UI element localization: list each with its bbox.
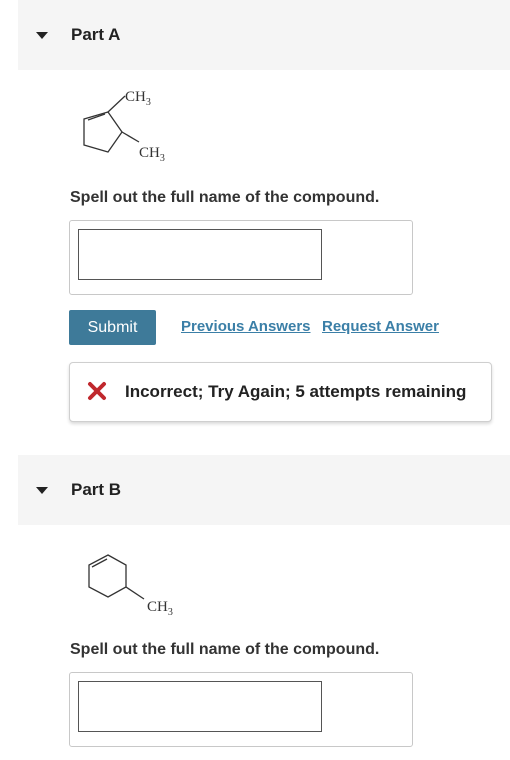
part-b-prompt: Spell out the full name of the compound. — [70, 641, 380, 658]
part-b-header[interactable]: Part B — [18, 455, 510, 525]
part-b-molecule-structure: CH3 — [88, 554, 173, 618]
part-b-title: Part B — [71, 480, 122, 499]
methyl-label-bottom: CH3 — [139, 145, 165, 164]
methyl-label-top: CH3 — [125, 89, 151, 108]
part-a-prompt: Spell out the full name of the compound. — [70, 189, 380, 206]
submit-button[interactable]: Submit — [69, 310, 156, 345]
part-a-molecule-structure: CH3 CH3 — [83, 89, 165, 164]
methyl-bond-2 — [107, 95, 126, 113]
cyclopentene-ring — [83, 111, 123, 153]
x-mark-icon — [88, 382, 106, 400]
feedback-incorrect-banner: Incorrect; Try Again; 5 attempts remaini… — [69, 362, 492, 422]
methyl-label: CH3 — [147, 599, 173, 618]
previous-answers-link[interactable]: Previous Answers — [181, 318, 311, 335]
methyl-bond — [125, 586, 145, 600]
part-a-answer-panel — [69, 220, 413, 295]
cyclohexene-ring — [88, 554, 127, 598]
part-b-answer-panel — [69, 672, 413, 747]
part-a-answer-input[interactable] — [78, 229, 322, 280]
methyl-bond-1 — [121, 131, 140, 143]
feedback-message: Incorrect; Try Again; 5 attempts remaini… — [125, 382, 467, 401]
part-a-header[interactable]: Part A — [18, 0, 510, 70]
request-answer-link[interactable]: Request Answer — [322, 318, 439, 335]
part-b-answer-input[interactable] — [78, 681, 322, 732]
caret-down-icon[interactable] — [36, 32, 48, 39]
part-a-title: Part A — [71, 25, 121, 44]
caret-down-icon[interactable] — [36, 487, 48, 494]
